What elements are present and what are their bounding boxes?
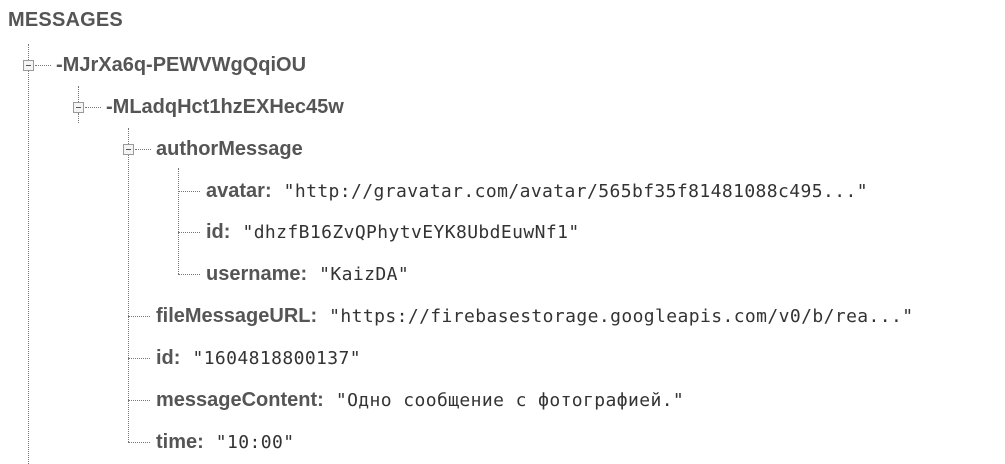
tree-connector: [135, 149, 151, 150]
node-key[interactable]: time: [156, 431, 197, 453]
key-separator: :: [223, 221, 231, 243]
node-key[interactable]: id: [156, 347, 174, 369]
tree-connector: [85, 107, 101, 108]
key-separator: :: [264, 180, 272, 202]
node-value[interactable]: "1604818800137": [192, 348, 361, 369]
tree-node-time[interactable]: time: "10:00": [156, 430, 294, 455]
tree-connector: [128, 316, 150, 317]
tree-connector: [128, 155, 129, 442]
collapse-toggle-icon[interactable]: [123, 144, 134, 155]
node-value[interactable]: "KaizDA": [319, 264, 409, 285]
tree-node-message-group[interactable]: -MJrXa6q-PEWVWgQqiOU: [56, 53, 306, 77]
tree-connector: [78, 113, 79, 123]
key-separator: :: [173, 347, 181, 369]
key-separator: :: [197, 431, 204, 453]
tree-node-author-message[interactable]: authorMessage: [156, 137, 303, 161]
node-key[interactable]: authorMessage: [156, 138, 303, 160]
database-root-title[interactable]: MESSAGES: [8, 9, 123, 32]
node-key[interactable]: -MJrXa6q-PEWVWgQqiOU: [56, 54, 306, 76]
tree-node-username[interactable]: username: "KaizDA": [206, 262, 409, 287]
tree-connector: [178, 191, 200, 192]
node-value[interactable]: "http://gravatar.com/avatar/565bf35f8148…: [284, 181, 868, 202]
node-key[interactable]: username: [206, 263, 301, 285]
key-separator: :: [300, 263, 308, 285]
node-key[interactable]: avatar: [206, 180, 265, 202]
tree-connector: [128, 400, 150, 401]
node-value[interactable]: "10:00": [216, 432, 295, 453]
node-key[interactable]: messageContent: [156, 389, 317, 411]
tree-connector: [178, 168, 179, 274]
node-key[interactable]: -MLadqHct1hzEXHec45w: [106, 96, 344, 118]
collapse-toggle-icon[interactable]: [73, 102, 84, 113]
tree-connector: [28, 71, 29, 464]
tree-node-author-id[interactable]: id: "dhzfB16ZvQPhytvEYK8UbdEuwNf1": [206, 220, 580, 245]
tree-node-avatar[interactable]: avatar: "http://gravatar.com/avatar/565bf…: [206, 179, 868, 204]
node-value[interactable]: "dhzfB16ZvQPhytvEYK8UbdEuwNf1": [242, 222, 579, 243]
node-value[interactable]: "Одно сообщение с фотографией.": [336, 390, 684, 411]
key-separator: :: [310, 305, 318, 327]
key-separator: :: [317, 389, 324, 411]
tree-connector: [35, 65, 51, 66]
tree-node-file-message-url[interactable]: fileMessageURL: "https://firebasestorage.…: [156, 304, 914, 329]
node-value[interactable]: "https://firebasestorage.googleapis.com/…: [329, 306, 913, 327]
node-key[interactable]: id: [206, 221, 224, 243]
tree-connector: [128, 442, 150, 443]
tree-node-message-content[interactable]: messageContent: "Одно сообщение с фотогра…: [156, 388, 684, 413]
tree-node-message-id[interactable]: id: "1604818800137": [156, 346, 361, 371]
tree-connector: [178, 274, 200, 275]
tree-connector: [178, 232, 200, 233]
node-key[interactable]: fileMessageURL: [156, 305, 311, 327]
tree-connector: [128, 358, 150, 359]
collapse-toggle-icon[interactable]: [23, 60, 34, 71]
tree-node-message[interactable]: -MLadqHct1hzEXHec45w: [106, 95, 344, 119]
